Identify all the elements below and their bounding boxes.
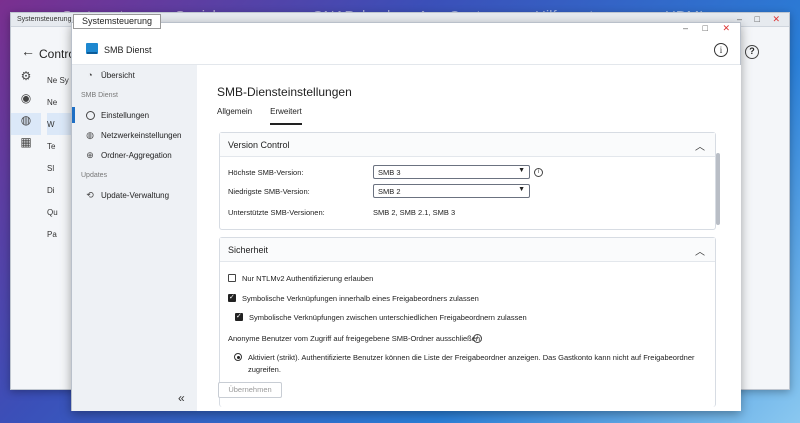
control-panel-title: Systemsteuerung xyxy=(17,16,72,23)
monitor-icon xyxy=(86,43,98,54)
globe-icon: ◍ xyxy=(86,129,94,140)
anonymous-strict-label-line1: Aktiviert (strikt). Authentifizierte Ben… xyxy=(248,353,695,362)
window-titlebar: – □ ✕ xyxy=(72,23,740,35)
supported-versions-label: Unterstützte SMB-Versionen: xyxy=(228,208,325,217)
apply-button[interactable]: Übernehmen xyxy=(218,382,282,398)
window-controls: – □ ✕ xyxy=(683,23,736,34)
control-panel-rail: ⚙ ◉ ◍ ▦ xyxy=(11,69,41,157)
symlink-label: Symbolische Verknüpfungen innerhalb eine… xyxy=(242,294,479,303)
symlink-cross-checkbox[interactable] xyxy=(235,312,243,321)
version-control-card: Version Control ︿ Höchste SMB-Version: S… xyxy=(219,132,716,230)
min-version-label: Niedrigste SMB-Version: xyxy=(228,187,310,196)
max-version-select[interactable]: SMB 3 ▼ xyxy=(373,165,530,179)
tab-bar: Allgemein Erweitert xyxy=(217,105,302,125)
card-title: Sicherheit xyxy=(228,245,269,255)
max-version-value: SMB 3 xyxy=(378,168,401,177)
user-icon[interactable]: ◉ xyxy=(11,91,41,113)
help-icon[interactable]: ? xyxy=(745,45,759,59)
app-title: SMB Dienst xyxy=(104,45,152,55)
min-version-select[interactable]: SMB 2 ▼ xyxy=(373,184,530,198)
tab-advanced[interactable]: Erweitert xyxy=(270,105,302,125)
back-arrow-icon[interactable]: ← xyxy=(21,43,35,59)
max-version-label: Höchste SMB-Version: xyxy=(228,168,304,177)
sidebar-section-updates: Updates xyxy=(81,171,108,179)
sidebar-item-label: Netzwerkeinstellungen xyxy=(101,130,182,140)
window-header: SMB Dienst i xyxy=(72,35,740,65)
sidebar-item-settings[interactable]: Einstellungen xyxy=(72,105,197,125)
main-content: SMB-Diensteinstellungen Allgemein Erweit… xyxy=(197,65,741,411)
update-icon: ⟲ xyxy=(86,189,94,200)
settings-icon xyxy=(85,110,95,120)
security-header[interactable]: Sicherheit ︿ xyxy=(220,238,715,262)
security-card: Sicherheit ︿ Nur NTLMv2 Authentifizierun… xyxy=(219,237,716,407)
aggregation-icon: ⊕ xyxy=(86,149,94,160)
sidebar-item-network[interactable]: ◍ Netzwerkeinstellungen xyxy=(72,125,197,145)
chevron-up-icon[interactable]: ︿ xyxy=(695,138,705,153)
tooltip: Systemsteuerung xyxy=(73,14,162,29)
sidebar-item-update-management[interactable]: ⟲ Update-Verwaltung xyxy=(72,185,197,205)
ntlm-checkbox[interactable] xyxy=(228,274,236,282)
ntlm-label: Nur NTLMv2 Authentifizierung erlauben xyxy=(242,274,374,283)
supported-versions-value: SMB 2, SMB 2.1, SMB 3 xyxy=(373,208,456,217)
maximize-button[interactable]: □ xyxy=(703,23,714,33)
sidebar-section-smb: SMB Dienst xyxy=(81,91,118,99)
info-icon[interactable]: i xyxy=(714,43,728,57)
version-control-header[interactable]: Version Control ︿ xyxy=(220,133,715,157)
anonymous-label: Anonyme Benutzer vom Zugriff auf freigeg… xyxy=(228,334,483,343)
scrollbar[interactable] xyxy=(716,153,720,225)
sidebar-item-overview[interactable]: ◔ Übersicht xyxy=(72,65,197,85)
info-circle-icon[interactable]: i xyxy=(473,334,482,343)
control-panel-heading: Contro xyxy=(39,47,76,61)
symlink-checkbox[interactable] xyxy=(228,293,236,302)
card-title: Version Control xyxy=(228,140,290,150)
gauge-icon: ◔ xyxy=(87,70,93,80)
collapse-sidebar-icon[interactable]: « xyxy=(178,391,185,405)
tab-general[interactable]: Allgemein xyxy=(217,105,252,125)
sidebar-item-label: Übersicht xyxy=(101,70,135,80)
minimize-button[interactable]: – xyxy=(683,23,694,33)
close-button[interactable]: ✕ xyxy=(722,23,736,33)
page-title: SMB-Diensteinstellungen xyxy=(217,85,352,99)
anonymous-strict-label-line2: zugreifen. xyxy=(248,365,281,374)
chevron-up-icon[interactable]: ︿ xyxy=(695,243,705,258)
sidebar: ◔ Übersicht SMB Dienst Einstellungen ◍ N… xyxy=(72,65,197,411)
sidebar-item-label: Einstellungen xyxy=(101,110,150,120)
anonymous-strict-radio[interactable] xyxy=(234,353,242,361)
sidebar-item-folder-aggregation[interactable]: ⊕ Ordner-Aggregation xyxy=(72,145,197,165)
apps-icon[interactable]: ▦ xyxy=(11,135,41,157)
caret-down-icon: ▼ xyxy=(518,167,525,174)
caret-down-icon: ▼ xyxy=(518,186,525,193)
globe-icon[interactable]: ◍ xyxy=(11,113,41,135)
gear-icon[interactable]: ⚙ xyxy=(11,69,41,91)
smb-service-window: – □ ✕ SMB Dienst i ◔ Übersicht SMB Diens… xyxy=(71,22,741,411)
control-panel-window-controls[interactable]: – □ ✕ xyxy=(737,14,785,25)
info-circle-icon[interactable]: i xyxy=(534,168,543,177)
sidebar-item-label: Update-Verwaltung xyxy=(101,190,170,200)
sidebar-item-label: Ordner-Aggregation xyxy=(101,150,172,160)
min-version-value: SMB 2 xyxy=(378,187,401,196)
symlink-cross-label: Symbolische Verknüpfungen zwischen unter… xyxy=(249,313,527,322)
